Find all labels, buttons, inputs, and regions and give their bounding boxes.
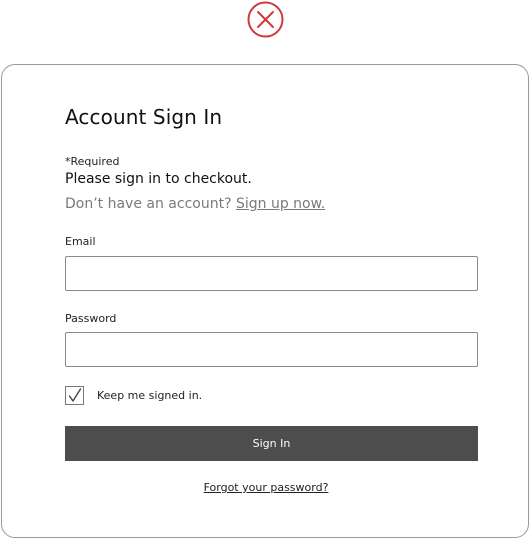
sign-in-dialog: Account Sign In *Required Please sign in… <box>1 64 529 538</box>
sign-in-button[interactable]: Sign In <box>65 426 478 461</box>
signup-prefix: Don’t have an account? <box>65 196 232 212</box>
password-label: Password <box>65 312 117 325</box>
keep-signed-in-label: Keep me signed in. <box>97 389 203 402</box>
signup-line: Don’t have an account? Sign up now. <box>65 196 325 212</box>
email-label: Email <box>65 235 96 248</box>
forgot-password-link[interactable]: Forgot your password? <box>204 481 329 494</box>
sign-up-link[interactable]: Sign up now. <box>236 196 325 212</box>
email-field[interactable] <box>65 256 478 291</box>
password-field[interactable] <box>65 332 478 367</box>
close-button[interactable] <box>247 1 284 39</box>
required-note: *Required <box>65 155 120 168</box>
close-icon <box>247 1 284 39</box>
keep-signed-in-checkbox[interactable] <box>65 386 84 405</box>
dialog-title: Account Sign In <box>65 105 223 129</box>
forgot-password-row: Forgot your password? <box>2 481 530 494</box>
sign-in-prompt: Please sign in to checkout. <box>65 171 252 187</box>
